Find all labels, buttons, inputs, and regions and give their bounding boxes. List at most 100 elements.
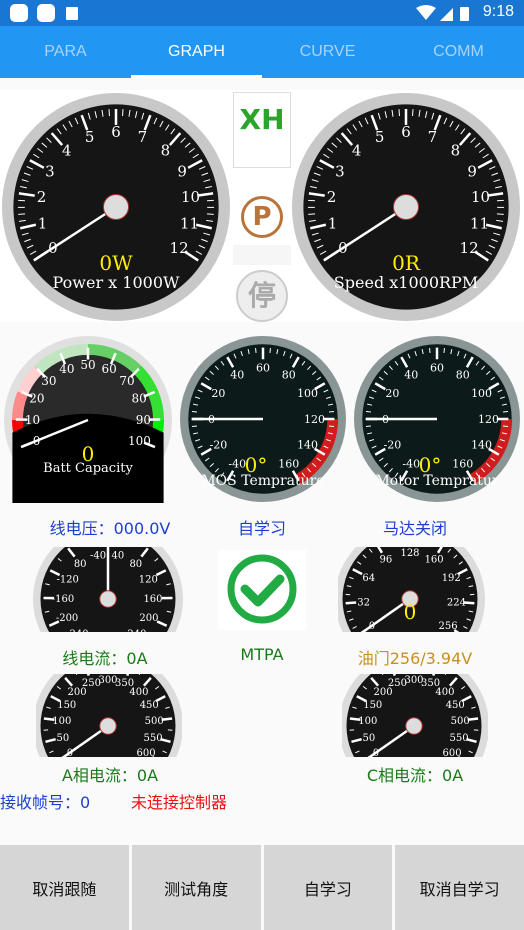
tick-label: 8 bbox=[451, 141, 461, 159]
tick-label: 50 bbox=[80, 358, 95, 372]
tick-label: 6 bbox=[111, 123, 121, 141]
gauge-caption: Batt Capacity bbox=[43, 461, 133, 476]
tab-comm[interactable]: COMM bbox=[393, 26, 524, 78]
needle-hub bbox=[102, 193, 130, 221]
tick-label: 400 bbox=[435, 687, 454, 698]
tick-label: 80 bbox=[129, 559, 142, 570]
tick-label: 100 bbox=[471, 387, 492, 400]
tick-label: 60 bbox=[430, 361, 444, 374]
tick-label: 600 bbox=[443, 748, 462, 757]
tab-para[interactable]: PARA bbox=[0, 26, 131, 78]
tab-graph[interactable]: GRAPH bbox=[131, 26, 262, 78]
tick-label: 120 bbox=[478, 413, 499, 426]
tick-label: -160 bbox=[52, 594, 74, 605]
tick-label: 5 bbox=[375, 128, 385, 146]
tick-label: 64 bbox=[362, 573, 375, 584]
tick-label: 40 bbox=[59, 362, 74, 376]
tick-label: 240 bbox=[127, 629, 146, 632]
gauge-caption: Motor Tempratur bbox=[375, 473, 498, 489]
phase-a-current-label: A相电流：0A bbox=[61, 766, 159, 785]
spacer bbox=[233, 245, 291, 265]
tick-label: 80 bbox=[282, 368, 296, 381]
tick-label: 120 bbox=[139, 575, 158, 586]
tick-label: 5 bbox=[85, 128, 95, 146]
tick-label: 32 bbox=[357, 598, 370, 609]
tick-label: 100 bbox=[358, 716, 377, 727]
speed-gauge: 01234567891011120RSpeed x1000RPM bbox=[292, 93, 520, 321]
minor-tick bbox=[496, 213, 504, 215]
tick-label: 90 bbox=[136, 413, 151, 427]
line-current-label: 线电流：0A bbox=[62, 649, 148, 668]
tick-label: 224 bbox=[447, 598, 466, 609]
tick-label: 4 bbox=[62, 141, 72, 159]
minor-tick bbox=[502, 411, 509, 413]
tick-label: 150 bbox=[57, 700, 76, 711]
minor-tick bbox=[443, 347, 445, 354]
tick-label: 100 bbox=[52, 716, 71, 727]
self-learn-button[interactable]: 自学习 bbox=[263, 845, 393, 930]
tick-label: 140 bbox=[471, 439, 492, 452]
tick-label: 80 bbox=[456, 368, 470, 381]
self-learn-status: 自学习 bbox=[237, 519, 286, 538]
tick-label: 400 bbox=[129, 687, 148, 698]
tick-label: 50 bbox=[363, 733, 376, 744]
tick-label: 40 bbox=[230, 368, 244, 381]
tick-label: 7 bbox=[138, 128, 148, 146]
tab-curve[interactable]: CURVE bbox=[262, 26, 393, 78]
gauge-value: 0W bbox=[99, 251, 133, 275]
tick-label: 3 bbox=[335, 162, 345, 180]
tick-label: 150 bbox=[363, 700, 382, 711]
tick-label: 100 bbox=[128, 434, 151, 448]
main-gauges-panel: 01234567891011120WPower x 1000W 01234567… bbox=[0, 90, 524, 322]
tick-label: 100 bbox=[297, 387, 318, 400]
tick-label: 30 bbox=[41, 374, 56, 388]
frame-number-label: 接收帧号：0 bbox=[0, 793, 91, 812]
tab-bar: PARA GRAPH CURVE COMM bbox=[0, 26, 524, 78]
cancel-follow-button[interactable]: 取消跟随 bbox=[0, 845, 129, 930]
tick-label: 240 bbox=[70, 629, 89, 632]
tick-label: 10 bbox=[181, 188, 200, 206]
tick-label: 40 bbox=[404, 368, 418, 381]
tick-label: 20 bbox=[385, 387, 399, 400]
tick-label: 12 bbox=[170, 239, 189, 257]
tick-label: 60 bbox=[256, 361, 270, 374]
phase-c-current-gauge: 050100150200250300350400450500550600 bbox=[342, 674, 488, 757]
minor-tick bbox=[206, 213, 214, 215]
gauge-value: 0R bbox=[392, 251, 421, 275]
test-angle-button[interactable]: 测试角度 bbox=[131, 845, 261, 930]
minor-tick bbox=[328, 425, 335, 427]
gauge-band bbox=[11, 391, 28, 421]
tick-label: 7 bbox=[428, 128, 438, 146]
tick-label: 3 bbox=[45, 162, 55, 180]
tick-label: 60 bbox=[101, 362, 116, 376]
xh-text: XH bbox=[239, 103, 285, 136]
power-gauge: 01234567891011120WPower x 1000W bbox=[2, 93, 230, 321]
tick-label: 160 bbox=[278, 457, 299, 470]
tick-label: 20 bbox=[211, 387, 225, 400]
tick-label: -40 bbox=[228, 457, 246, 470]
tick-label: 4 bbox=[352, 141, 362, 159]
wifi-signal-battery-icons bbox=[416, 5, 469, 21]
cancel-self-learn-button[interactable]: 取消自学习 bbox=[395, 845, 524, 930]
status-bar: 9:18 bbox=[0, 0, 524, 26]
tick-label: 80 bbox=[74, 559, 87, 570]
mtpa-check-icon bbox=[218, 550, 306, 630]
tick-label: 12 bbox=[460, 239, 479, 257]
tick-label: 450 bbox=[140, 700, 159, 711]
phase-c-current-label: C相电流：0A bbox=[366, 766, 464, 785]
xh-indicator: XH bbox=[233, 92, 291, 168]
tick-label: 80 bbox=[131, 392, 146, 406]
battery-gauge: 01020304050607080901000Batt Capacity bbox=[4, 336, 172, 503]
tick-label: 160 bbox=[452, 457, 473, 470]
action-bar: 取消跟随 测试角度 自学习 取消自学习 bbox=[0, 845, 524, 930]
tick-label: 160 bbox=[425, 555, 444, 566]
stop-text: 停 bbox=[247, 279, 276, 312]
needle-hub bbox=[405, 717, 423, 735]
tick-label: 192 bbox=[442, 573, 461, 584]
tick-label: 160 bbox=[143, 594, 162, 605]
tick-label: 11 bbox=[180, 215, 199, 233]
parking-icon: P bbox=[241, 196, 283, 238]
mtpa-label: MTPA bbox=[240, 645, 284, 664]
tick-label: 70 bbox=[119, 374, 134, 388]
needle-hub bbox=[392, 193, 420, 221]
